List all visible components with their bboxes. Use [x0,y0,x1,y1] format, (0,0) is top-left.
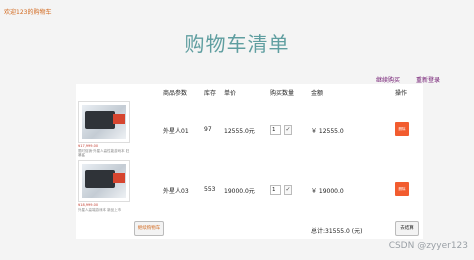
relogin-link[interactable]: 重新登录 [416,77,440,84]
column-header-quantity: 购买数量 [270,90,295,97]
product-image-caption: ¥18,999.00 外星人高端游戏本 新品上市 [78,203,132,212]
check-icon[interactable]: ✓ [284,125,292,135]
page-title: 购物车清单 [184,32,290,56]
checkout-button[interactable]: 去结算 [395,221,419,236]
continue-shopping-button[interactable]: 继续购物车 [134,221,164,236]
product-stock: 97 [204,126,212,133]
welcome-text: 欢迎123的购物车 [4,9,52,16]
delete-button[interactable]: 删除 [395,182,409,196]
product-stock: 553 [204,186,216,193]
column-header-product: 商品参数 [163,90,188,97]
product-description: 外星人高端游戏本 新品上市 [78,207,122,212]
quantity-input[interactable]: 1 [270,125,281,135]
product-image[interactable] [78,160,130,202]
product-price: 19000.0元 [224,188,255,195]
quantity-input[interactable]: 1 [270,185,281,195]
continue-shopping-link[interactable]: 继续购买 [376,77,400,84]
column-header-price: 单价 [224,90,237,97]
product-image[interactable] [78,101,130,143]
product-name[interactable]: 外星人03 [163,186,189,195]
product-price: 12555.0元 [224,128,255,135]
column-header-stock: 库存 [204,90,217,97]
row-amount: ￥ 12555.0 [311,128,344,135]
cart-total: 总计:31555.0 (元) [311,228,363,235]
watermark: CSDN @zyyer123 [388,241,468,251]
row-amount: ￥ 19000.0 [311,188,344,195]
column-header-action: 操作 [395,90,408,97]
product-image-caption: ¥17,999.00 限时促销·外星人高性能游戏本 狂暴鲨 [78,144,132,158]
product-name[interactable]: 外星人01 [163,126,189,135]
top-links: 继续购买 重新登录 [362,75,440,84]
column-header-amount: 金额 [311,90,324,97]
check-icon[interactable]: ✓ [284,185,292,195]
delete-button[interactable]: 删除 [395,122,409,136]
product-description: 限时促销·外星人高性能游戏本 狂暴鲨 [78,148,130,158]
